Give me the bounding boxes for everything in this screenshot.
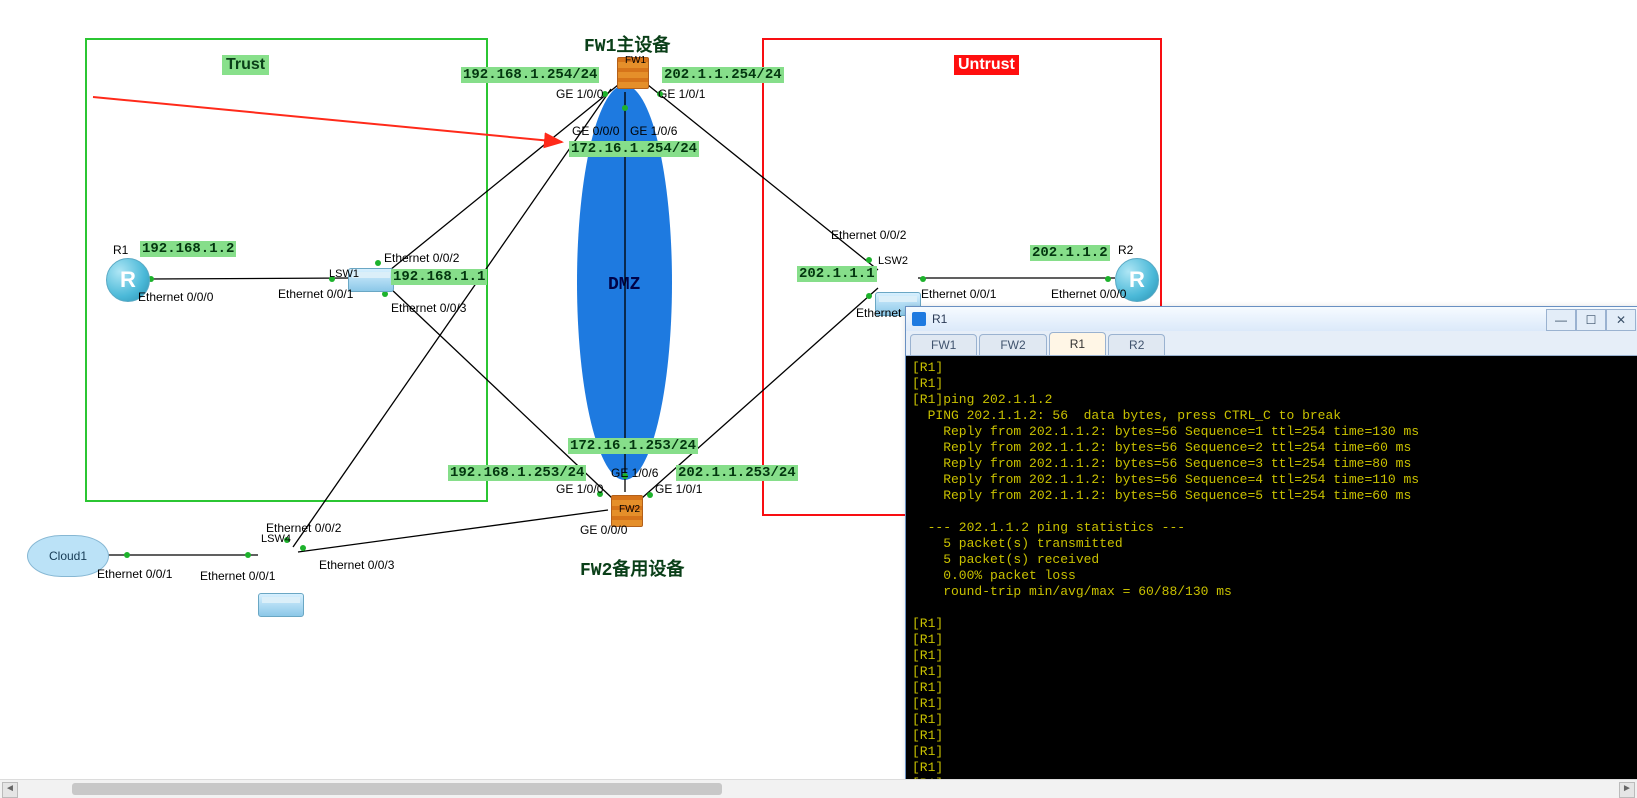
router-glyph: R [120, 267, 136, 293]
zone-dmz-label: DMZ [608, 275, 640, 295]
ip-lsw2: 202.1.1.1 [797, 266, 877, 282]
port-fw2-ge101: GE 1/0/1 [655, 482, 702, 496]
port-cloud-e001: Ethernet 0/0/1 [97, 567, 172, 581]
ip-fw2-dmz: 172.16.1.253/24 [568, 438, 698, 454]
terminal-icon [912, 312, 926, 326]
horizontal-scrollbar[interactable]: ◄ ► [0, 779, 1637, 798]
topology-canvas[interactable]: Trust Untrust DMZ [0, 0, 1637, 798]
switch-lsw2-label: LSW2 [878, 255, 908, 267]
port-lsw4-e002: Ethernet 0/0/2 [266, 521, 341, 535]
port-fw1-ge100: GE 1/0/0 [556, 87, 603, 101]
terminal-tabs: FW1 FW2 R1 R2 [906, 331, 1637, 356]
fw1-title: FW1主设备 [584, 31, 670, 57]
zone-trust-label: Trust [222, 55, 269, 75]
port-lsw1-e002: Ethernet 0/0/2 [384, 251, 459, 265]
cloud-label: Cloud1 [49, 549, 87, 563]
port-fw2-ge000: GE 0/0/0 [580, 523, 627, 537]
window-minimize-button[interactable]: — [1546, 309, 1576, 331]
port-lsw2-e001: Ethernet 0/0/1 [921, 287, 996, 301]
scroll-thumb[interactable] [72, 783, 722, 795]
port-fw2-ge106: GE 1/0/6 [611, 466, 658, 480]
port-fw1-ge106: GE 1/0/6 [630, 124, 677, 138]
ip-fw2-right: 202.1.1.253/24 [676, 465, 798, 481]
router-r1-label: R1 [113, 243, 128, 257]
ip-fw2-left: 192.168.1.253/24 [448, 465, 586, 481]
scroll-right-arrow[interactable]: ► [1619, 782, 1635, 798]
terminal-window[interactable]: R1 — ☐ ✕ FW1 FW2 R1 R2 [R1] [R1] [R1]pin… [905, 306, 1637, 788]
router-glyph: R [1129, 267, 1145, 293]
window-maximize-button[interactable]: ☐ [1576, 309, 1606, 331]
port-lsw4-e001: Ethernet 0/0/1 [200, 569, 275, 583]
firewall-fw2-label: FW2 [619, 504, 640, 515]
ip-lsw1: 192.168.1.1 [391, 269, 487, 285]
terminal-output[interactable]: [R1] [R1] [R1]ping 202.1.1.2 PING 202.1.… [906, 356, 1637, 787]
terminal-titlebar[interactable]: R1 — ☐ ✕ [906, 307, 1637, 331]
port-r2-e000: Ethernet 0/0/0 [1051, 287, 1126, 301]
port-lsw1-e001: Ethernet 0/0/1 [278, 287, 353, 301]
switch-lsw1-label: LSW1 [329, 268, 359, 280]
ip-fw1-dmz: 172.16.1.254/24 [569, 141, 699, 157]
ip-r2: 202.1.1.2 [1030, 245, 1110, 261]
ip-fw1-left: 192.168.1.254/24 [461, 67, 599, 83]
port-fw1-ge000: GE 0/0/0 [572, 124, 619, 138]
switch-lsw4[interactable] [258, 593, 304, 617]
ip-fw1-right: 202.1.1.254/24 [662, 67, 784, 83]
window-close-button[interactable]: ✕ [1606, 309, 1636, 331]
port-lsw4-e003: Ethernet 0/0/3 [319, 558, 394, 572]
fw2-title: FW2备用设备 [580, 555, 684, 581]
terminal-tab-r2[interactable]: R2 [1108, 334, 1165, 355]
terminal-tab-fw2[interactable]: FW2 [979, 334, 1046, 355]
port-fw2-ge100: GE 1/0/0 [556, 482, 603, 496]
terminal-tab-r1[interactable]: R1 [1049, 332, 1106, 355]
scroll-left-arrow[interactable]: ◄ [2, 782, 18, 798]
router-r2-label: R2 [1118, 243, 1133, 257]
port-fw1-ge101: GE 1/0/1 [658, 87, 705, 101]
terminal-title: R1 [932, 312, 947, 326]
ip-r1: 192.168.1.2 [140, 241, 236, 257]
port-lsw2-e002: Ethernet 0/0/2 [831, 228, 906, 242]
port-lsw1-e003: Ethernet 0/0/3 [391, 301, 466, 315]
zone-untrust-label: Untrust [954, 55, 1019, 75]
terminal-tab-fw1[interactable]: FW1 [910, 334, 977, 355]
port-r1-e000: Ethernet 0/0/0 [138, 290, 213, 304]
